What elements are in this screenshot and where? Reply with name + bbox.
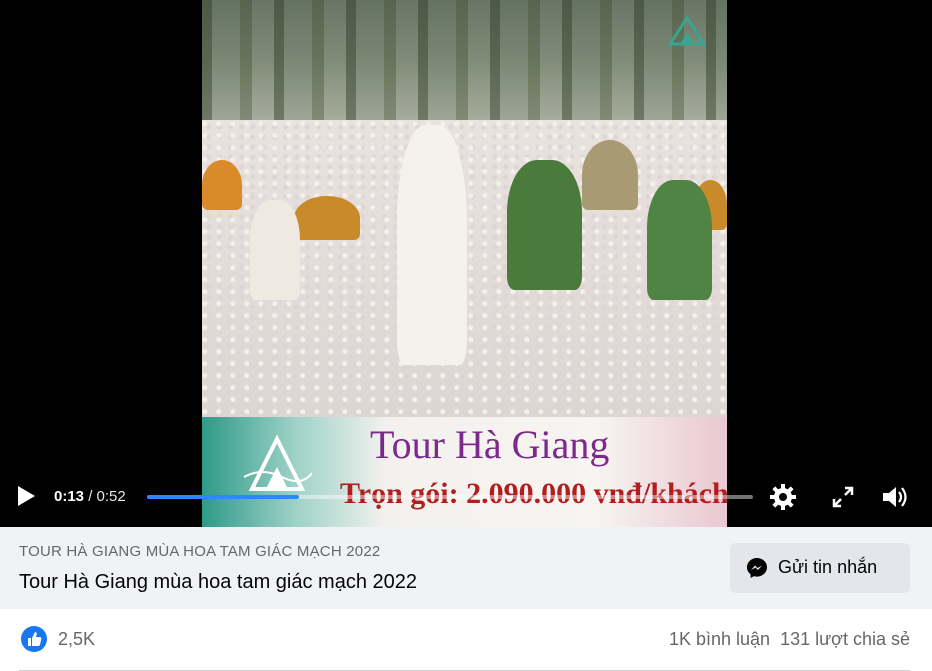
video-frame: Tour Hà Giang Trọn gói: 2.090.000 vnđ/kh… <box>202 0 727 527</box>
reactions-bar: 2,5K 1K bình luận 131 lượt chia sẻ <box>0 609 932 671</box>
watermark-logo <box>667 15 707 46</box>
progress-bar[interactable] <box>147 495 753 499</box>
post-caption-small: TOUR HÀ GIANG MÙA HOA TAM GIÁC MẠCH 2022 <box>19 543 381 560</box>
comment-count[interactable]: 1K bình luận <box>669 629 770 649</box>
progress-fill <box>147 495 299 499</box>
person-woman-white-dress <box>397 125 467 365</box>
send-message-label: Gửi tin nhắn <box>778 557 878 577</box>
flower-basket <box>202 160 242 210</box>
person-girl-green <box>507 160 582 290</box>
post-title[interactable]: Tour Hà Giang mùa hoa tam giác mạch 2022 <box>19 571 417 594</box>
flower-basket <box>294 196 360 240</box>
volume-icon[interactable] <box>880 482 910 512</box>
duration: 0:52 <box>96 488 126 505</box>
send-message-button[interactable]: Gửi tin nhắn <box>730 543 910 593</box>
current-time: 0:13 <box>54 488 85 505</box>
time-display: 0:13 / 0:52 <box>54 488 126 505</box>
video-scene-trees <box>202 0 727 140</box>
person-girl-green-right <box>647 180 712 300</box>
person-child-left <box>250 200 300 300</box>
messenger-icon <box>747 558 767 578</box>
video-player[interactable]: Tour Hà Giang Trọn gói: 2.090.000 vnđ/kh… <box>0 0 932 527</box>
video-controls: 0:13 / 0:52 <box>0 470 932 527</box>
flower-basket <box>582 140 638 210</box>
share-count[interactable]: 131 lượt chia sẻ <box>780 629 910 649</box>
thumbs-up-icon[interactable] <box>21 626 47 652</box>
post-info: TOUR HÀ GIANG MÙA HOA TAM GIÁC MẠCH 2022… <box>0 527 932 609</box>
time-separator: / <box>88 488 93 505</box>
banner-title: Tour Hà Giang <box>370 422 610 467</box>
play-icon[interactable] <box>14 484 38 508</box>
post-stats: 1K bình luận 131 lượt chia sẻ <box>669 629 910 650</box>
gear-icon[interactable] <box>768 482 798 512</box>
like-count[interactable]: 2,5K <box>58 629 95 650</box>
fullscreen-icon[interactable] <box>828 482 858 512</box>
